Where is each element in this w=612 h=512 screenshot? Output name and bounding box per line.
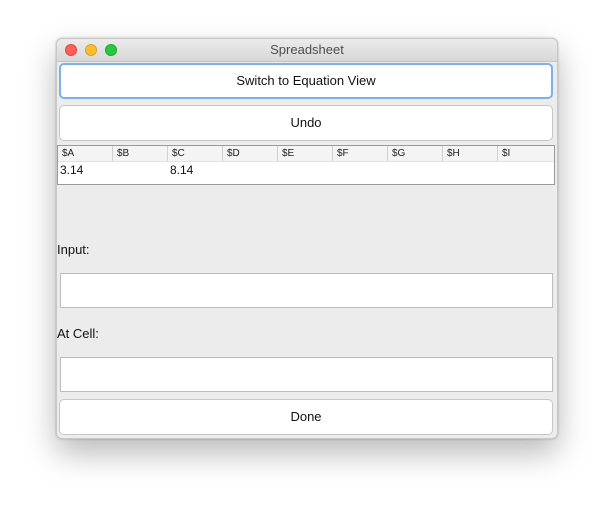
column-header-d[interactable]: $D <box>223 146 278 161</box>
at-cell-label: At Cell: <box>57 326 99 341</box>
cell-h1[interactable] <box>443 162 498 178</box>
cell-d1[interactable] <box>223 162 278 178</box>
cell-e1[interactable] <box>278 162 333 178</box>
column-header-e[interactable]: $E <box>278 146 333 161</box>
table-header-row: $A $B $C $D $E $F $G $H $I <box>58 146 554 162</box>
switch-to-equation-view-button[interactable]: Switch to Equation View <box>59 63 553 99</box>
spreadsheet-table: $A $B $C $D $E $F $G $H $I 3.14 8.14 <box>57 145 555 185</box>
input-label: Input: <box>57 242 90 257</box>
undo-button[interactable]: Undo <box>59 105 553 141</box>
cell-a1[interactable]: 3.14 <box>58 162 113 178</box>
cell-f1[interactable] <box>333 162 388 178</box>
column-header-f[interactable]: $F <box>333 146 388 161</box>
cell-i1[interactable] <box>498 162 553 178</box>
cell-g1[interactable] <box>388 162 443 178</box>
cell-b1[interactable] <box>113 162 168 178</box>
column-header-h[interactable]: $H <box>443 146 498 161</box>
title-bar: Spreadsheet <box>57 39 557 62</box>
column-header-b[interactable]: $B <box>113 146 168 161</box>
cell-c1[interactable]: 8.14 <box>168 162 223 178</box>
column-header-i[interactable]: $I <box>498 146 554 161</box>
column-header-a[interactable]: $A <box>58 146 113 161</box>
input-field[interactable] <box>60 273 553 308</box>
window-title: Spreadsheet <box>270 42 344 57</box>
spreadsheet-window: Spreadsheet Switch to Equation View Undo… <box>56 38 558 439</box>
at-cell-field[interactable] <box>60 357 553 392</box>
done-button[interactable]: Done <box>59 399 553 435</box>
column-header-c[interactable]: $C <box>168 146 223 161</box>
column-header-g[interactable]: $G <box>388 146 443 161</box>
